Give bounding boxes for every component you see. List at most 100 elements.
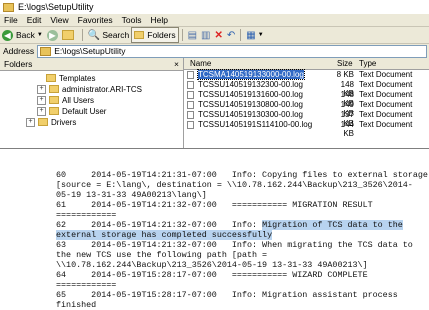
toolbar-divider — [240, 29, 242, 41]
menu-edit[interactable]: Edit — [27, 15, 42, 25]
expand-icon[interactable]: + — [26, 117, 35, 127]
delete-icon: ✕ — [214, 29, 223, 41]
log-line: finished — [56, 300, 97, 310]
forward-button[interactable]: ▶ — [45, 28, 60, 42]
explorer-window: E:\logs\SetupUtility File Edit View Favo… — [0, 0, 429, 149]
back-arrow-icon: ◀ — [2, 29, 13, 41]
address-bar: Address E:\logs\SetupUtility — [0, 43, 429, 58]
address-input[interactable]: E:\logs\SetupUtility — [37, 44, 427, 58]
views-button[interactable]: ▦ ▼ — [244, 28, 265, 42]
search-icon: 🔍 — [87, 29, 101, 41]
menu-help[interactable]: Help — [150, 15, 167, 25]
back-button[interactable]: ◀ Back ▼ — [0, 28, 45, 42]
toolbar-divider — [181, 29, 183, 41]
file-name: TCSSU140519130800-00.log — [198, 100, 303, 109]
file-type: Text Document — [359, 80, 413, 89]
delete-button[interactable]: ✕ — [213, 28, 225, 42]
tree-item-label: Default User — [62, 106, 107, 116]
tree-item-administrator[interactable]: + administrator.ARI-TCS — [37, 84, 142, 94]
text-file-icon — [187, 81, 194, 89]
chevron-down-icon: ▼ — [257, 32, 264, 38]
toolbar-divider — [81, 29, 83, 41]
address-value: E:\logs\SetupUtility — [54, 46, 126, 56]
undo-button[interactable]: ↶ — [225, 28, 237, 42]
menu-file[interactable]: File — [4, 15, 18, 25]
expand-icon[interactable]: + — [37, 84, 46, 94]
file-row[interactable]: TCSSU140519130300-00.log 137 KB Text Doc… — [184, 110, 429, 128]
log-line: 05-19 13-31-33 49A00213\lang\] — [56, 190, 207, 200]
menu-tools[interactable]: Tools — [122, 15, 142, 25]
log-line: 65 2014-05-19T15:28:17-07:00 Info: Migra… — [56, 290, 398, 300]
up-folder-icon — [61, 30, 74, 40]
log-line: 61 2014-05-19T14:21:32-07:00 ===========… — [56, 200, 373, 210]
log-line: external storage has completed successfu… — [56, 230, 273, 240]
close-icon[interactable]: × — [174, 59, 179, 69]
up-folder-button[interactable] — [60, 28, 79, 42]
column-header-name[interactable]: Name — [190, 59, 211, 68]
file-type: Text Document — [359, 110, 413, 119]
tree-item-label: Templates — [59, 73, 96, 83]
folders-label: Folders — [147, 30, 176, 40]
file-name: TCSSU140519130300-00.log — [198, 110, 303, 119]
folder-icon — [46, 74, 56, 82]
back-label: Back — [16, 30, 35, 40]
move-to-button[interactable]: ▤ — [186, 28, 199, 42]
tree-item-all-users[interactable]: + All Users — [37, 95, 94, 105]
log-line: [source = E:\lang\, destination = \\10.7… — [56, 180, 413, 190]
toolbar: ◀ Back ▼ ▶ 🔍 Search Folders ▤ ▥ ✕ ↶ ▦ ▼ — [0, 27, 429, 43]
copy-to-icon: ▥ — [201, 29, 211, 41]
folder-icon — [38, 118, 48, 126]
file-type: Text Document — [359, 120, 413, 129]
log-line: 60 2014-05-19T14:21:31-07:00 Info: Copyi… — [56, 170, 428, 180]
column-header-size[interactable]: Size — [337, 59, 353, 68]
forward-arrow-icon: ▶ — [46, 29, 58, 41]
folders-pane-title: Folders — [4, 59, 33, 69]
log-line: the new TCS use the following path [path… — [56, 250, 268, 260]
file-row[interactable]: TCSSU1405191S114100-00.log 144 KB Text D… — [184, 120, 429, 138]
log-line: \\10.78.162.244\Backup\213_3526\2014-05-… — [56, 260, 368, 270]
file-type: Text Document — [359, 90, 413, 99]
tree-item-drivers[interactable]: + Drivers — [26, 117, 76, 127]
move-to-icon: ▤ — [187, 29, 198, 41]
folder-icon — [49, 107, 59, 115]
log-line: 63 2014-05-19T14:21:32-07:00 Info: When … — [56, 240, 413, 250]
file-row[interactable]: TCSSU140519130800-00.log 149 KB Text Doc… — [184, 100, 429, 118]
expand-icon[interactable]: + — [37, 106, 46, 116]
text-file-icon — [187, 71, 194, 79]
folders-pane-header: Folders × — [0, 58, 183, 71]
tree-item-label: administrator.ARI-TCS — [62, 84, 143, 94]
views-icon: ▦ — [246, 29, 256, 41]
file-row[interactable]: TCSMA140519133000-00.log 8 KB Text Docum… — [184, 69, 429, 80]
tree-item-label: All Users — [62, 95, 95, 105]
file-row[interactable]: TCSSU140519131600-00.log 148 KB Text Doc… — [184, 90, 429, 108]
file-name: TCSSU1405191S114100-00.log — [198, 120, 313, 129]
column-header-type[interactable]: Type — [359, 59, 376, 68]
search-button[interactable]: 🔍 Search — [86, 28, 131, 42]
text-file-icon — [187, 101, 194, 109]
folder-icon — [49, 85, 59, 93]
expand-icon[interactable]: + — [37, 95, 46, 105]
search-label: Search — [102, 30, 130, 40]
log-line: 64 2014-05-19T15:28:17-07:00 ===========… — [56, 270, 368, 280]
folders-button[interactable]: Folders — [131, 27, 179, 43]
log-highlight: external storage has completed successfu… — [56, 230, 273, 240]
log-line-prefix: 62 2014-05-19T14:21:32-07:00 Info: — [56, 220, 263, 230]
file-size: 8 KB — [336, 70, 354, 79]
folders-pane: Folders × Templates + administrator.ARI-… — [0, 58, 184, 148]
menu-view[interactable]: View — [50, 15, 68, 25]
file-row[interactable]: TCSSU140519132300-00.log 148 KB Text Doc… — [184, 80, 429, 98]
file-name: TCSSU140519132300-00.log — [198, 80, 303, 89]
menu-favorites[interactable]: Favorites — [78, 15, 113, 25]
text-file-icon — [187, 111, 194, 119]
tree-item-default-user[interactable]: + Default User — [37, 106, 106, 116]
log-viewer: 60 2014-05-19T14:21:31-07:00 Info: Copyi… — [0, 160, 429, 310]
tree-item-templates[interactable]: Templates — [46, 73, 95, 83]
file-name: TCSSU140519131600-00.log — [198, 90, 303, 99]
address-label: Address — [3, 46, 35, 56]
title-bar: E:\logs\SetupUtility — [0, 0, 429, 14]
file-type: Text Document — [359, 70, 413, 79]
folders-icon — [134, 31, 145, 39]
log-line: 62 2014-05-19T14:21:32-07:00 Info: Migra… — [56, 220, 403, 230]
copy-to-button[interactable]: ▥ — [199, 28, 212, 42]
text-file-icon — [187, 91, 194, 99]
